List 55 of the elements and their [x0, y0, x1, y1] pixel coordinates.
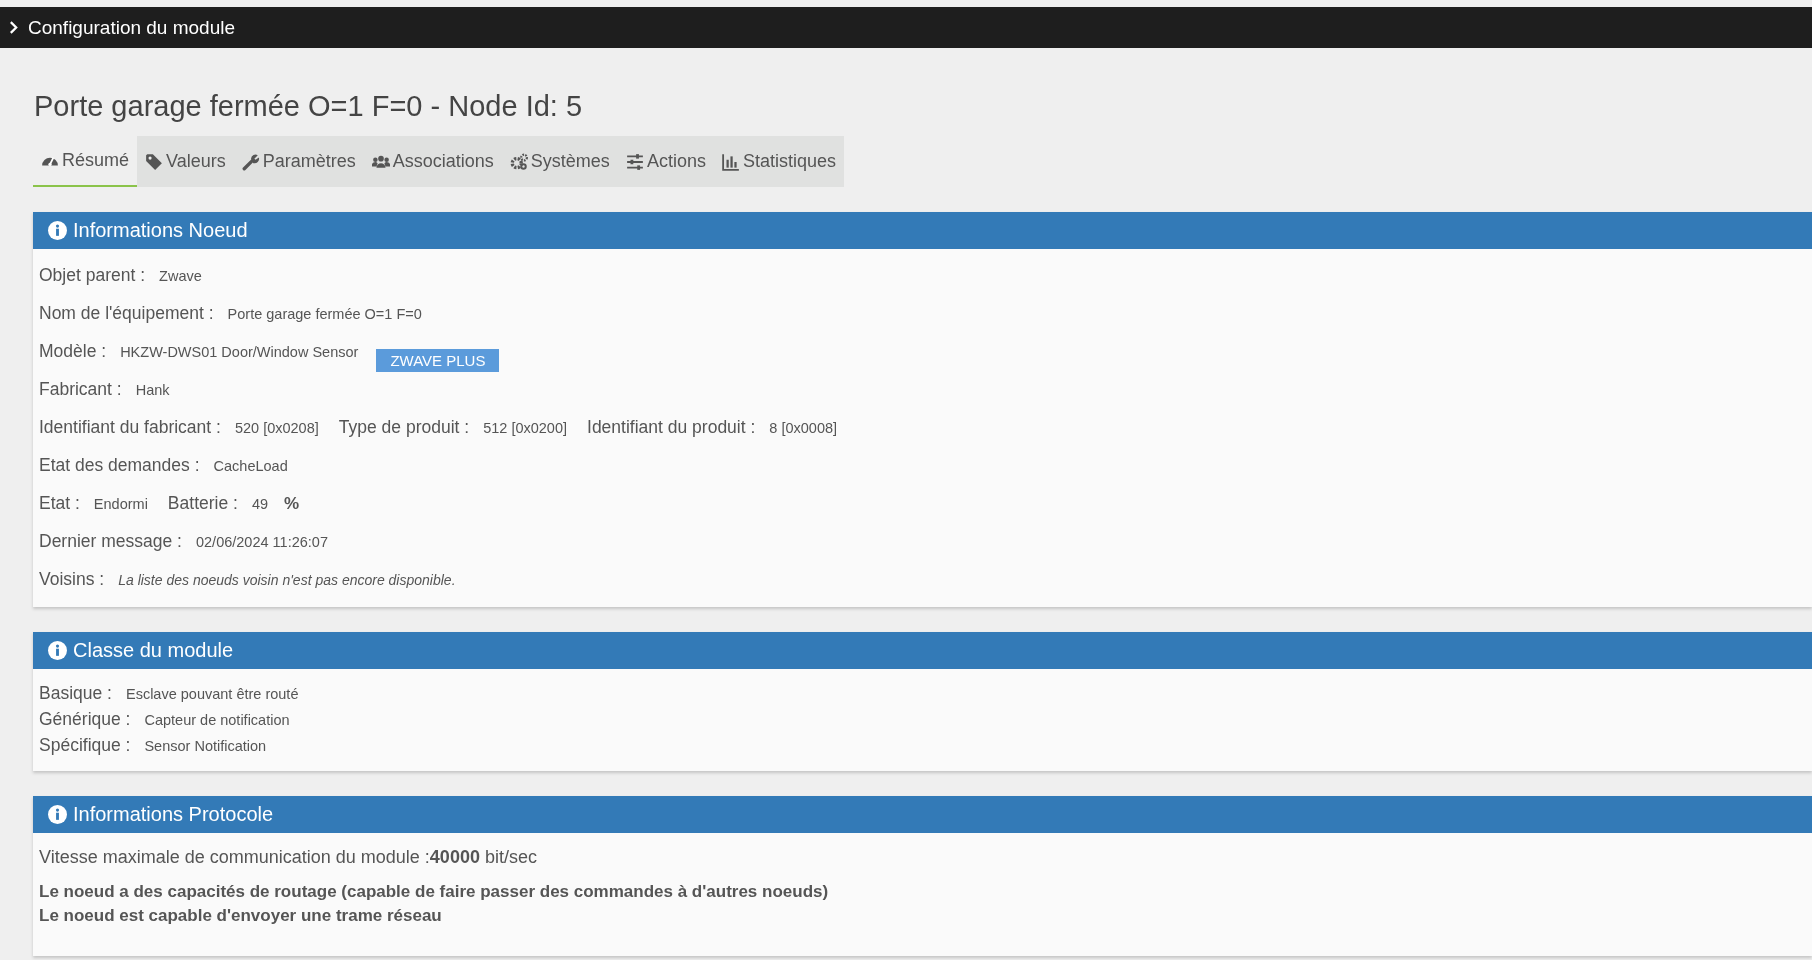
wrench-icon	[241, 152, 260, 171]
info-icon	[48, 641, 67, 660]
field-label: Objet parent :	[39, 265, 146, 286]
page-title: Porte garage fermée O=1 F=0 - Node Id: 5	[34, 89, 584, 124]
panel-title: Informations Noeud	[73, 219, 248, 242]
sliders-icon	[625, 152, 644, 171]
tab[interactable]: Associations	[363, 136, 502, 187]
zwave-plus-badge: ZWAVE PLUS	[376, 348, 500, 372]
field-label: Modèle :	[39, 341, 107, 362]
field-label: Nom de l'équipement :	[39, 303, 214, 324]
field-value: 8 [0x0008]	[769, 420, 838, 436]
tab[interactable]: Paramètres	[233, 136, 364, 187]
tab[interactable]: Statistiques	[713, 136, 844, 187]
field-value: Endormi	[93, 496, 148, 512]
tab[interactable]: Systèmes	[501, 136, 618, 187]
field-label: Fabricant :	[39, 379, 122, 400]
field-label: Dernier message :	[39, 531, 182, 552]
bar-chart-icon	[721, 152, 740, 171]
tab[interactable]: Valeurs	[137, 136, 234, 187]
field-value: Capteur de notification	[144, 712, 290, 728]
panel-title: Informations Protocole	[73, 803, 274, 826]
capability-text: Le noeud est capable d'envoyer une trame réseau	[39, 906, 443, 926]
field-label: Voisins :	[39, 569, 105, 590]
capability-text: Le noeud a des capacités de routage (capable de faire passer des commandes à d'autres noeuds)	[39, 882, 830, 902]
field-value: Sensor Notification	[144, 738, 267, 754]
field-label: Basique :	[39, 683, 112, 704]
field-value: La liste des noeuds voisin n'est pas encore disponible.	[118, 572, 456, 588]
field-value: 49	[251, 496, 269, 512]
field-label: Spécifique :	[39, 735, 131, 756]
panel-title: Classe du module	[73, 639, 234, 662]
field-value: Esclave pouvant être routé	[125, 686, 299, 702]
field-value: HKZW-DWS01 Door/Window Sensor	[120, 344, 359, 360]
field-value: Hank	[135, 382, 170, 398]
field-label: Identifiant du fabricant :	[39, 417, 221, 438]
header-title: Configuration du module	[28, 16, 236, 39]
tag-icon	[145, 152, 164, 171]
field-value: 512 [0x0200]	[483, 420, 567, 436]
field-label: Identifiant du produit :	[587, 417, 756, 438]
speed-text: Vitesse maximale de communication du module :40000 bit/sec	[39, 847, 538, 868]
tab[interactable]: Actions	[617, 136, 714, 187]
chevron-right-icon	[9, 21, 18, 34]
field-label: Type de produit :	[338, 417, 470, 438]
info-icon	[48, 221, 67, 240]
field-label: Générique :	[39, 709, 131, 730]
field-value: 02/06/2024 11:26:07	[196, 534, 328, 550]
field-value: CacheLoad	[213, 458, 288, 474]
tab[interactable]: Résumé	[33, 136, 138, 187]
field-label: Etat :	[39, 493, 80, 514]
field-label: Batterie :	[167, 493, 238, 514]
field-value: 520 [0x0208]	[234, 420, 319, 436]
field-label: Etat des demandes :	[39, 455, 200, 476]
info-icon	[48, 805, 67, 824]
field-value: Zwave	[159, 268, 202, 284]
field-value: Porte garage fermée O=1 F=0	[227, 306, 422, 322]
unit-label: %	[284, 494, 300, 514]
